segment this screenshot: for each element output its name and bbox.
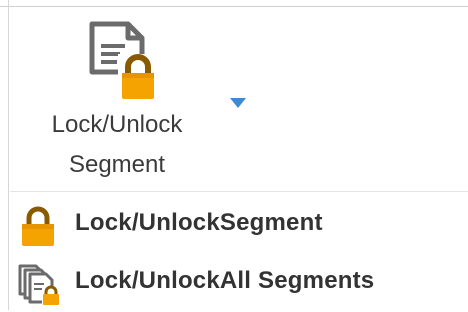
menu-item-lock-unlock-all-segments[interactable]: Lock/UnlockAll Segments	[10, 254, 468, 312]
menu-item-label: Lock/UnlockAll Segments	[75, 267, 375, 294]
padlock-icon	[22, 206, 54, 246]
ribbon-label-line2: Segment	[68, 151, 166, 178]
ribbon-left-border	[0, 0, 9, 310]
ribbon-button-label: Lock/Unlock Segment	[28, 105, 206, 185]
ribbon-label-line1: Lock/Unlock	[51, 111, 183, 138]
dropdown-arrow-icon[interactable]	[228, 96, 248, 110]
menu-item-lock-unlock-segment[interactable]: Lock/UnlockSegment	[10, 196, 468, 254]
multi-document-lock-icon	[18, 264, 60, 306]
lock-unlock-segment-button[interactable]: Lock/Unlock Segment	[28, 12, 263, 190]
ribbon-top-border	[0, 0, 468, 7]
menu-item-label: Lock/UnlockSegment	[75, 209, 323, 236]
document-lock-icon	[89, 21, 156, 99]
dropdown-menu: Lock/UnlockSegment Lock/UnlockAll Segmen…	[10, 192, 468, 310]
